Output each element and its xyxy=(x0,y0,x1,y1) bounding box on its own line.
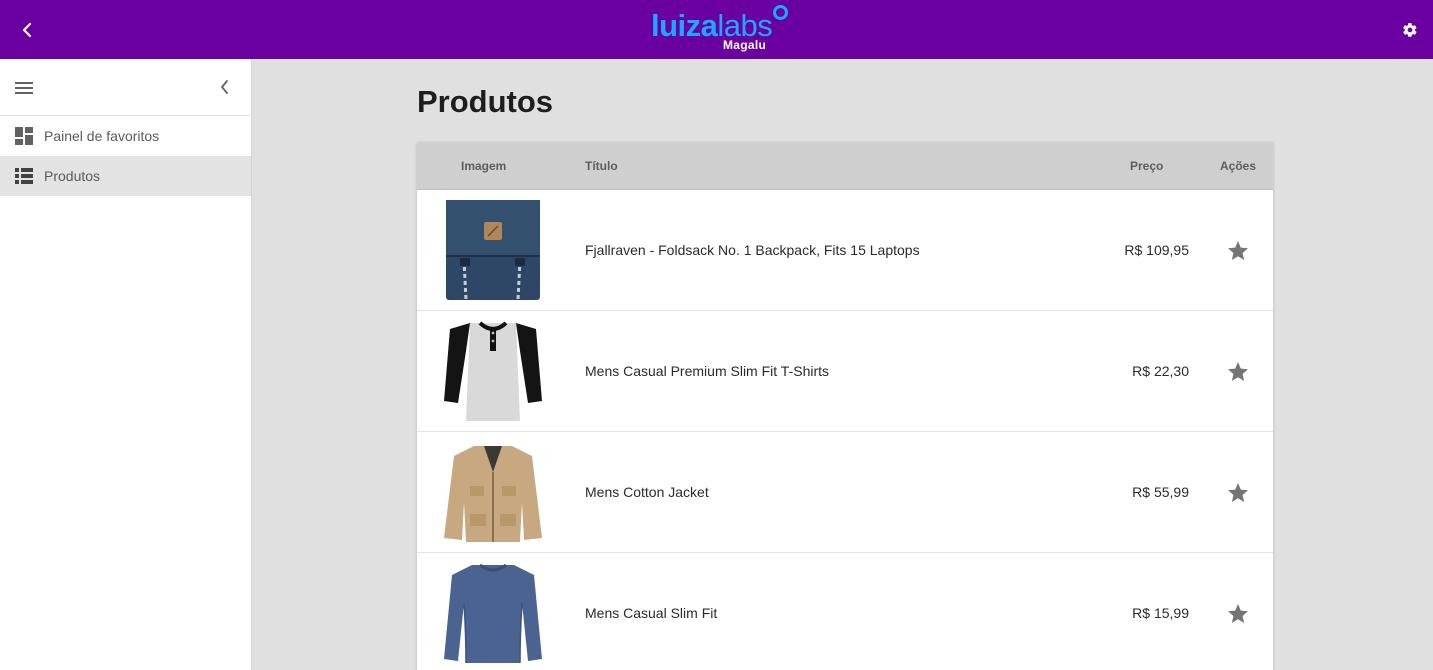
column-header-imagem: Imagem xyxy=(461,159,507,173)
luizalabs-logo: luizalabs Magalu xyxy=(651,4,791,54)
column-header-preco: Preço xyxy=(1130,159,1164,173)
product-price: R$ 55,99 xyxy=(1132,484,1189,500)
product-price: R$ 109,95 xyxy=(1124,242,1189,258)
top-app-bar: luizalabs Magalu xyxy=(0,0,1433,59)
table-row[interactable]: Fjallraven - Foldsack No. 1 Backpack, Fi… xyxy=(417,190,1273,311)
backpack-image xyxy=(444,200,542,300)
menu-icon[interactable] xyxy=(13,77,35,99)
jacket-image xyxy=(444,442,542,542)
sidebar-item-label: Produtos xyxy=(44,168,101,184)
page-title: Produtos xyxy=(417,84,554,119)
product-title: Mens Casual Premium Slim Fit T-Shirts xyxy=(585,363,830,379)
gear-icon xyxy=(1403,23,1417,37)
star-icon[interactable] xyxy=(1226,360,1250,384)
dashboard-icon xyxy=(15,127,33,145)
product-title: Mens Casual Slim Fit xyxy=(585,605,718,621)
product-price: R$ 15,99 xyxy=(1132,605,1189,621)
sidebar-item-label: Painel de favoritos xyxy=(44,128,160,144)
collapse-sidebar-icon[interactable] xyxy=(215,77,235,97)
chevron-left-icon xyxy=(22,22,32,38)
product-title: Fjallraven - Foldsack No. 1 Backpack, Fi… xyxy=(585,242,920,258)
product-title: Mens Cotton Jacket xyxy=(585,484,709,500)
star-icon[interactable] xyxy=(1226,481,1250,505)
sidebar-header xyxy=(0,59,251,116)
list-icon xyxy=(15,168,33,184)
table-row[interactable]: Mens Casual Premium Slim Fit T-Shirts R$… xyxy=(417,311,1273,432)
star-icon[interactable] xyxy=(1226,239,1250,263)
sidebar-item-produtos[interactable]: Produtos xyxy=(0,156,251,196)
column-header-acoes: Ações xyxy=(1220,159,1257,173)
back-button[interactable] xyxy=(14,17,40,43)
product-price: R$ 22,30 xyxy=(1132,363,1189,379)
sidebar: Painel de favoritos Produtos xyxy=(0,59,252,670)
sweater-image xyxy=(444,563,542,663)
table-row[interactable]: Mens Cotton Jacket R$ 55,99 xyxy=(417,432,1273,553)
products-table: Imagem Título Preço Ações Fjallraven - F… xyxy=(417,142,1273,670)
table-header: Imagem Título Preço Ações xyxy=(417,142,1273,190)
star-icon[interactable] xyxy=(1226,602,1250,626)
settings-button[interactable] xyxy=(1399,19,1421,41)
table-row[interactable]: Mens Casual Slim Fit R$ 15,99 xyxy=(417,553,1273,670)
tshirt-image xyxy=(444,321,542,421)
sidebar-item-painel-de-favoritos[interactable]: Painel de favoritos xyxy=(0,116,251,156)
column-header-titulo: Título xyxy=(585,159,618,173)
